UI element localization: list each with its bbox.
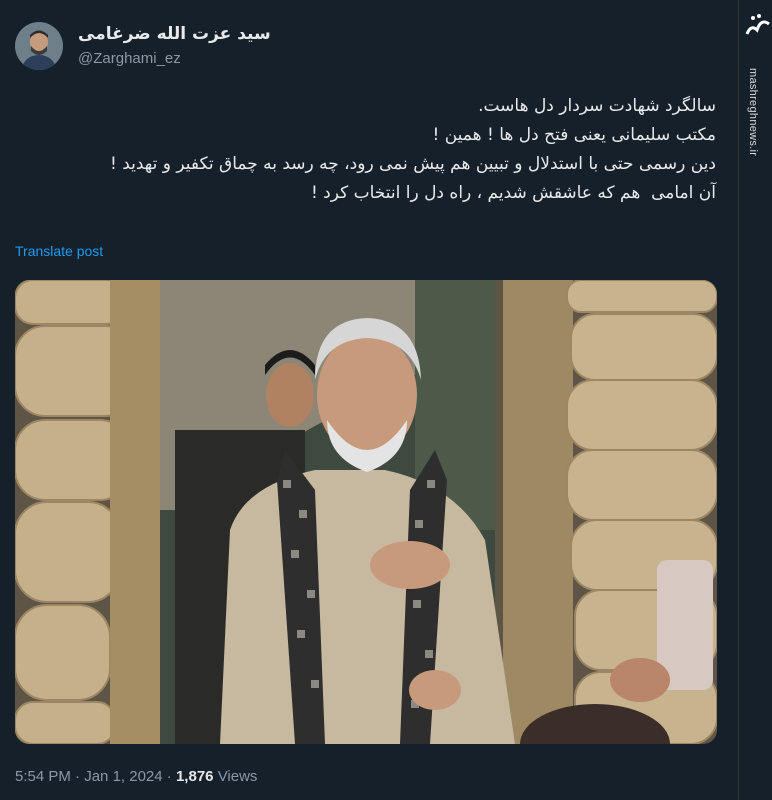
views-label: Views	[217, 768, 258, 785]
watermark-site: mashreghnews.ir	[747, 68, 759, 157]
post-time[interactable]: 5:54 PM	[15, 768, 71, 785]
tweet-line: دین رسمی حتی با استدلال و تبیین هم پیش ن…	[110, 154, 716, 174]
watermark-strip: mashreghnews.ir	[738, 0, 772, 800]
tweet-meta: 5:54 PM · Jan 1, 2024 · 1,876 Views	[15, 768, 257, 785]
meta-separator: ·	[75, 768, 81, 785]
tweet-card: سید عزت الله ضرغامی @Zarghami_ez سالگرد …	[0, 0, 738, 800]
views-count: 1,876	[175, 768, 214, 785]
author-name[interactable]: سید عزت الله ضرغامی	[78, 24, 271, 44]
author-handle[interactable]: @Zarghami_ez	[78, 50, 181, 67]
translate-post-link[interactable]: Translate post	[15, 243, 103, 259]
tweet-text: سالگرد شهادت سردار دل هاست. مکتب سلیمانی…	[16, 92, 716, 208]
tweet-line: آن امامی هم که عاشقش شدیم ، راه دل را ان…	[310, 183, 716, 203]
post-date[interactable]: Jan 1, 2024	[84, 768, 162, 785]
avatar-image	[15, 22, 63, 70]
tweet-line: سالگرد شهادت سردار دل هاست.	[478, 96, 716, 116]
photo-image	[15, 280, 717, 744]
mashregh-logo-icon	[745, 14, 770, 35]
tweet-photo[interactable]	[15, 280, 717, 744]
avatar[interactable]	[15, 22, 63, 70]
mashregh-logo	[741, 10, 772, 48]
meta-separator: ·	[166, 768, 172, 785]
tweet-line: مکتب سلیمانی یعنی فتح دل ها ! همین !	[432, 125, 716, 145]
